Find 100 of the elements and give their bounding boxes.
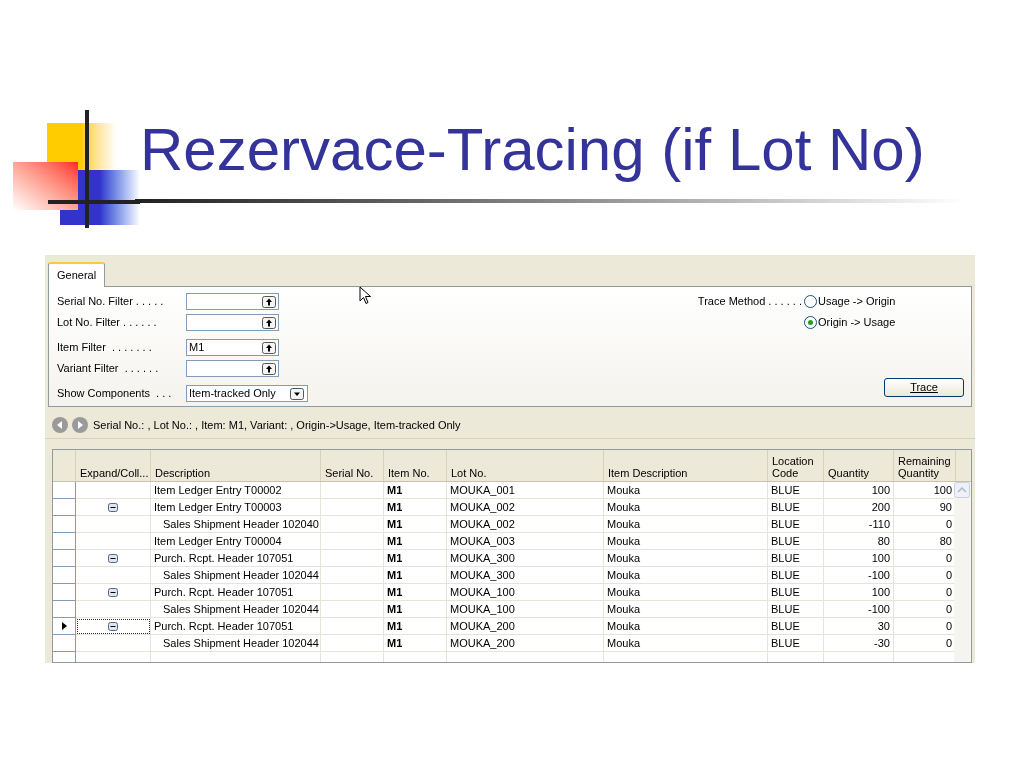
table-cell: BLUE: [768, 635, 824, 652]
table-cell: M1: [384, 499, 447, 516]
table-cell: 100: [824, 584, 894, 601]
mouse-cursor-icon: [359, 286, 372, 305]
table-cell: BLUE: [768, 550, 824, 567]
table-cell: Sales Shipment Header 102044: [151, 635, 321, 652]
table-cell: -100: [824, 601, 894, 618]
table-cell: Mouka: [604, 618, 768, 635]
lookup-icon[interactable]: [262, 341, 276, 354]
back-icon[interactable]: [51, 416, 69, 434]
table-cell: Item Ledger Entry T00004: [151, 533, 321, 550]
collapse-icon[interactable]: [108, 587, 118, 597]
table-cell: MOUKA_001: [447, 482, 604, 499]
table-cell: Sales Shipment Header 102044: [151, 601, 321, 618]
forward-icon[interactable]: [71, 416, 89, 434]
table-cell: MOUKA_200: [447, 635, 604, 652]
table-cell: M1: [384, 533, 447, 550]
table-cell: Purch. Rcpt. Header 107051: [151, 618, 321, 635]
table-cell: MOUKA_100: [447, 584, 604, 601]
current-row-icon: [61, 621, 67, 630]
table-cell: M1: [384, 618, 447, 635]
lookup-icon[interactable]: [262, 316, 276, 329]
table-cell: MOUKA_300: [447, 567, 604, 584]
field-label: Variant Filter . . . . . .: [57, 361, 160, 377]
table-cell: Sales Shipment Header 102040: [151, 516, 321, 533]
table-cell: MOUKA_003: [447, 533, 604, 550]
table-cell: Mouka: [604, 584, 768, 601]
components-dropdown[interactable]: Item-tracked Only: [186, 385, 308, 402]
table-cell: Item Ledger Entry T00002: [151, 482, 321, 499]
table-cell: 80: [824, 533, 894, 550]
filter-field[interactable]: M1: [186, 339, 279, 356]
column-header[interactable]: Item Description: [604, 450, 768, 481]
column-header[interactable]: Serial No.: [321, 450, 384, 481]
table-cell: M1: [384, 635, 447, 652]
column-header[interactable]: Expand/Coll...: [76, 450, 151, 481]
table-cell: BLUE: [768, 482, 824, 499]
table-cell: M1: [384, 550, 447, 567]
table-cell: Mouka: [604, 533, 768, 550]
trace-method-label: Trace Method . . . . . .: [697, 294, 802, 310]
trace-summary: Serial No.: , Lot No.: , Item: M1, Variant: , Origin->Usage, Item-tracked Only: [93, 417, 461, 433]
table-cell: Sales Shipment Header 102044: [151, 567, 321, 584]
table-cell: Mouka: [604, 550, 768, 567]
trace-button[interactable]: Trace: [884, 378, 964, 397]
table-cell: Mouka: [604, 567, 768, 584]
table-cell: 100: [824, 482, 894, 499]
table-cell: Purch. Rcpt. Header 107051: [151, 584, 321, 601]
table-cell: 30: [824, 618, 894, 635]
table-cell: 200: [824, 499, 894, 516]
table-cell: MOUKA_002: [447, 516, 604, 533]
column-header[interactable]: Location Code: [768, 450, 824, 481]
column-header[interactable]: Lot No.: [447, 450, 604, 481]
tab[interactable]: General: [48, 262, 106, 287]
table-cell: Mouka: [604, 482, 768, 499]
table-cell: M1: [384, 567, 447, 584]
column-header[interactable]: Quantity: [824, 450, 894, 481]
table-cell: Mouka: [604, 601, 768, 618]
lookup-icon[interactable]: [262, 362, 276, 375]
scrollbar[interactable]: [954, 482, 971, 662]
field-label: Serial No. Filter . . . . .: [57, 294, 165, 310]
table-cell: BLUE: [768, 567, 824, 584]
collapse-icon[interactable]: [108, 553, 118, 563]
table-cell: M1: [384, 482, 447, 499]
column-header[interactable]: Remaining Quantity: [894, 450, 956, 481]
table-cell: M1: [384, 516, 447, 533]
table-cell: BLUE: [768, 618, 824, 635]
table-cell: MOUKA_300: [447, 550, 604, 567]
table-cell: BLUE: [768, 584, 824, 601]
collapse-icon[interactable]: [108, 621, 118, 631]
table-cell: Purch. Rcpt. Header 107051: [151, 550, 321, 567]
table-cell: Mouka: [604, 516, 768, 533]
slide-title: Rezervace-Tracing (if Lot No): [140, 115, 925, 185]
trace-method-radio[interactable]: Usage -> Origin: [804, 293, 896, 310]
row-selector[interactable]: [53, 618, 76, 635]
table-cell: MOUKA_200: [447, 618, 604, 635]
table-cell: MOUKA_100: [447, 601, 604, 618]
field-label: Item Filter . . . . . . .: [57, 340, 153, 356]
table-cell: -100: [824, 567, 894, 584]
table-cell: Item Ledger Entry T00003: [151, 499, 321, 516]
table-cell: BLUE: [768, 516, 824, 533]
collapse-icon[interactable]: [108, 502, 118, 512]
trace-method-radio[interactable]: Origin -> Usage: [804, 314, 896, 331]
table-cell: Mouka: [604, 499, 768, 516]
filter-field[interactable]: [186, 293, 279, 310]
field-label: Lot No. Filter . . . . . .: [57, 315, 158, 331]
table-cell: M1: [384, 601, 447, 618]
field-label: Show Components . . .: [57, 386, 173, 402]
column-header[interactable]: Item No.: [384, 450, 447, 481]
table-cell: -30: [824, 635, 894, 652]
table-cell: 100: [824, 550, 894, 567]
column-header[interactable]: Description: [151, 450, 321, 481]
filter-field[interactable]: [186, 360, 279, 377]
table-cell: BLUE: [768, 601, 824, 618]
filter-field[interactable]: [186, 314, 279, 331]
table-cell: M1: [384, 584, 447, 601]
lookup-icon[interactable]: [262, 295, 276, 308]
dropdown-icon[interactable]: [290, 387, 304, 400]
table-cell: BLUE: [768, 533, 824, 550]
table-cell: Mouka: [604, 635, 768, 652]
table-cell: -110: [824, 516, 894, 533]
table-cell: BLUE: [768, 499, 824, 516]
